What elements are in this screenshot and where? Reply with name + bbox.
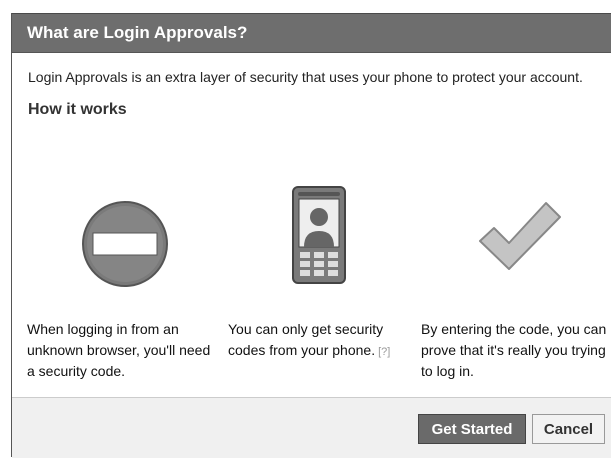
login-approvals-dialog: What are Login Approvals? Login Approval… <box>11 13 611 458</box>
help-link[interactable]: [?] <box>378 346 390 358</box>
dialog-footer: Get Started Cancel <box>12 397 611 458</box>
cancel-button[interactable]: Cancel <box>532 414 605 444</box>
no-entry-icon <box>82 201 168 287</box>
intro-text: Login Approvals is an extra layer of sec… <box>28 69 583 85</box>
checkmark-icon <box>479 202 561 270</box>
dialog-title: What are Login Approvals? <box>12 13 611 53</box>
how-it-works-heading: How it works <box>28 101 127 118</box>
mobile-phone-icon <box>292 186 346 284</box>
step-3-text: By entering the code, you can prove that… <box>421 321 607 379</box>
get-started-button[interactable]: Get Started <box>418 414 526 444</box>
step-1-text: When logging in from an unknown browser,… <box>27 321 211 379</box>
step-2-text: You can only get security codes from you… <box>228 321 384 358</box>
step-2: You can only get security codes from you… <box>228 319 413 363</box>
steps-icons <box>12 185 611 287</box>
dialog-content: Login Approvals is an extra layer of sec… <box>12 53 611 119</box>
